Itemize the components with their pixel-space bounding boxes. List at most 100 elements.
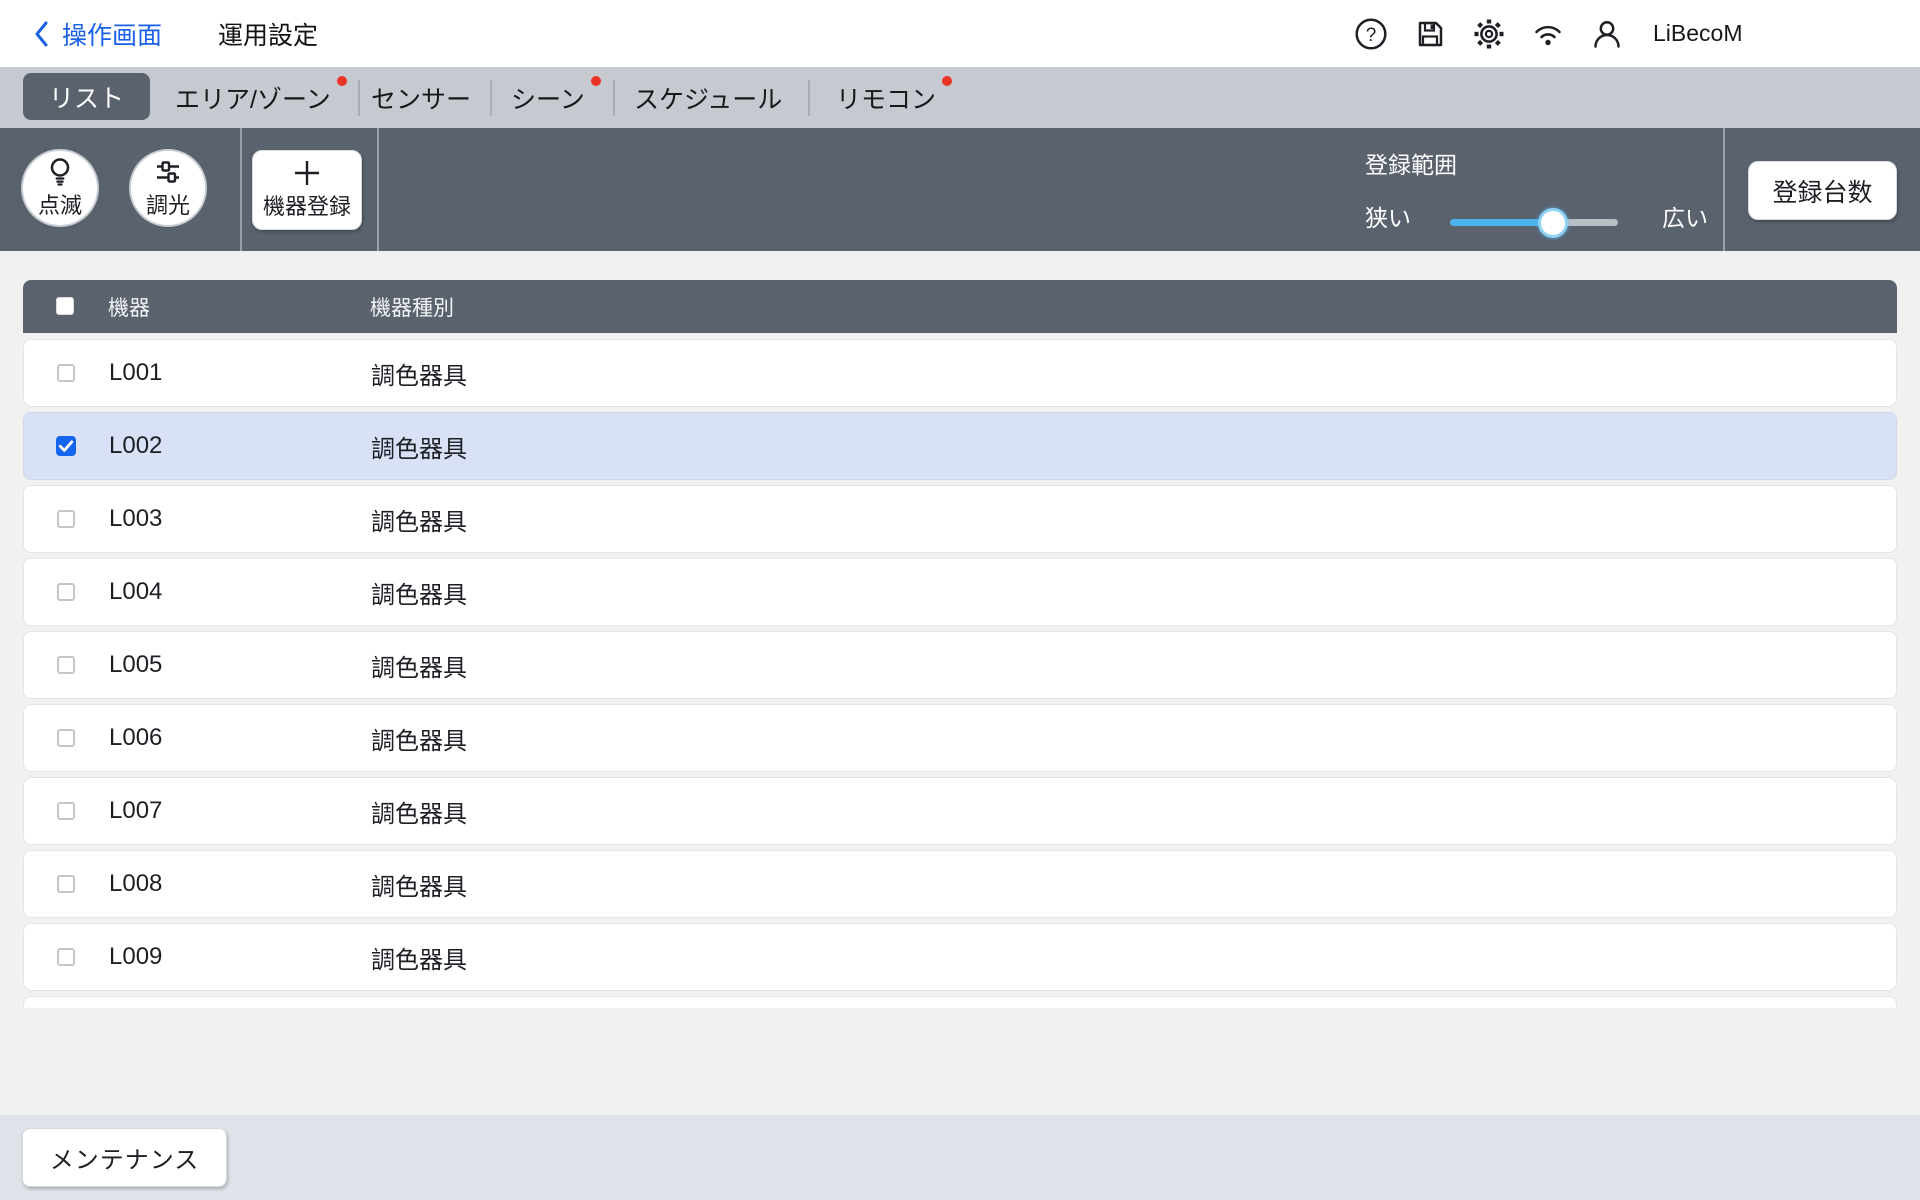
device-name: L004: [109, 578, 163, 605]
row-checkbox[interactable]: [57, 364, 75, 382]
table-row[interactable]: L007 調色器具: [23, 777, 1897, 845]
tab-sensor-label: センサー: [371, 85, 472, 114]
back-button[interactable]: 操作画面: [34, 0, 162, 67]
table-row[interactable]: L006 調色器具: [23, 704, 1897, 772]
wifi-icon: [1531, 17, 1565, 51]
device-type: 調色器具: [371, 873, 467, 901]
top-bar-actions: ? LiBecoM: [1354, 0, 1742, 67]
device-type: 調色器具: [371, 800, 467, 828]
device-type: 調色器具: [371, 581, 467, 609]
maintenance-button-label: メンテナンス: [49, 1147, 200, 1174]
maintenance-button[interactable]: メンテナンス: [22, 1128, 227, 1187]
table-row[interactable]: L008 調色器具: [23, 850, 1897, 918]
device-type: 調色器具: [371, 362, 467, 390]
content-area: 機器 機器種別 L001 調色器具 L002 調色器具 L003 調色器具 L0…: [0, 251, 1920, 1115]
tab-area-zone-label: エリア/ゾーン: [175, 75, 347, 116]
dimming-button[interactable]: 調光: [129, 149, 207, 227]
notification-dot: [336, 75, 347, 86]
device-name: L002: [109, 432, 163, 459]
blink-button-label: 点滅: [37, 192, 82, 218]
row-checkbox[interactable]: [57, 948, 75, 966]
column-header-device-type: 機器種別: [370, 296, 454, 320]
device-name: L006: [109, 724, 163, 751]
row-checkbox[interactable]: [57, 875, 75, 893]
registered-count-label: 登録台数: [1772, 178, 1873, 207]
table-header: 機器 機器種別: [23, 280, 1897, 333]
column-header-device: 機器: [108, 296, 150, 320]
table-row[interactable]: L003 調色器具: [23, 485, 1897, 553]
help-icon[interactable]: ?: [1354, 17, 1388, 51]
tab-remote[interactable]: リモコン: [836, 67, 953, 128]
row-checkbox[interactable]: [57, 729, 75, 747]
page-title: 運用設定: [218, 21, 319, 50]
row-checkbox[interactable]: [57, 583, 75, 601]
bottom-bar: メンテナンス: [0, 1115, 1920, 1200]
table-row[interactable]: L004 調色器具: [23, 558, 1897, 626]
plus-icon: [293, 159, 321, 187]
row-checkbox[interactable]: [57, 656, 75, 674]
register-device-label: 機器登録: [262, 194, 351, 219]
dimming-button-label: 調光: [145, 192, 190, 218]
user-icon[interactable]: [1590, 17, 1624, 51]
device-name: L003: [109, 505, 163, 532]
device-name: L009: [109, 943, 163, 970]
table-row-partial: [23, 996, 1897, 1008]
svg-text:?: ?: [1366, 25, 1377, 46]
tab-bar: リスト エリア/ゾーン センサー シーン スケジュール リモコン: [0, 67, 1920, 128]
select-all-checkbox[interactable]: [56, 297, 74, 315]
lightbulb-icon: [45, 157, 75, 187]
notification-dot: [942, 75, 953, 86]
row-checkbox[interactable]: [57, 510, 75, 528]
toolbar-separator: [1723, 128, 1725, 251]
device-type: 調色器具: [371, 946, 467, 974]
tab-scene[interactable]: シーン: [511, 67, 601, 128]
registration-range-slider[interactable]: [1450, 208, 1618, 238]
device-name: L001: [109, 359, 163, 386]
back-button-label: 操作画面: [62, 21, 163, 50]
range-narrow-label: 狭い: [1365, 205, 1411, 231]
device-type: 調色器具: [371, 654, 467, 682]
tab-schedule-label: スケジュール: [634, 85, 783, 114]
tab-separator: [613, 80, 615, 116]
toolbar: 点滅 調光 機器登録 登録範囲 狭い 広い 登録台数: [0, 128, 1920, 251]
toolbar-separator: [377, 128, 379, 251]
device-name: L005: [109, 651, 163, 678]
table-body: L001 調色器具 L002 調色器具 L003 調色器具 L004 調色器具: [23, 339, 1897, 1008]
range-wide-label: 広い: [1662, 205, 1708, 231]
slider-thumb[interactable]: [1538, 208, 1568, 238]
device-name: L008: [109, 870, 163, 897]
tab-list-label: リスト: [48, 84, 124, 113]
tab-separator: [490, 80, 492, 116]
save-icon[interactable]: [1413, 17, 1447, 51]
row-checkbox[interactable]: [57, 802, 75, 820]
top-bar: 操作画面 運用設定 ? LiBecoM: [0, 0, 1920, 67]
row-checkbox-checked[interactable]: [56, 436, 76, 456]
notification-dot: [590, 75, 601, 86]
chevron-left-icon: [34, 20, 50, 48]
table-row-selected[interactable]: L002 調色器具: [23, 412, 1897, 480]
tab-area-zone[interactable]: エリア/ゾーン: [175, 67, 347, 128]
device-type: 調色器具: [371, 435, 467, 463]
table-row[interactable]: L009 調色器具: [23, 923, 1897, 991]
registered-count-button[interactable]: 登録台数: [1748, 161, 1897, 220]
tab-separator: [808, 80, 810, 116]
tab-separator: [358, 80, 360, 116]
app-window: 操作画面 運用設定 ? LiBecoM リスト エリア/ゾーン センサー シーン…: [0, 0, 1920, 1200]
tab-scene-label: シーン: [511, 75, 601, 116]
tab-remote-label: リモコン: [836, 75, 953, 116]
device-name: L007: [109, 797, 163, 824]
tab-list[interactable]: リスト: [23, 73, 150, 120]
device-type: 調色器具: [371, 508, 467, 536]
table-row[interactable]: L005 調色器具: [23, 631, 1897, 699]
register-device-button[interactable]: 機器登録: [252, 150, 362, 230]
tune-sliders-icon: [153, 157, 183, 187]
table-row[interactable]: L001 調色器具: [23, 339, 1897, 407]
user-name-label: LiBecoM: [1653, 20, 1743, 46]
device-type: 調色器具: [371, 727, 467, 755]
settings-icon[interactable]: [1472, 17, 1506, 51]
toolbar-separator: [240, 128, 242, 251]
blink-button[interactable]: 点滅: [21, 149, 99, 227]
registration-range-title: 登録範囲: [1365, 152, 1457, 178]
tab-schedule[interactable]: スケジュール: [634, 67, 782, 128]
tab-sensor[interactable]: センサー: [371, 67, 471, 128]
